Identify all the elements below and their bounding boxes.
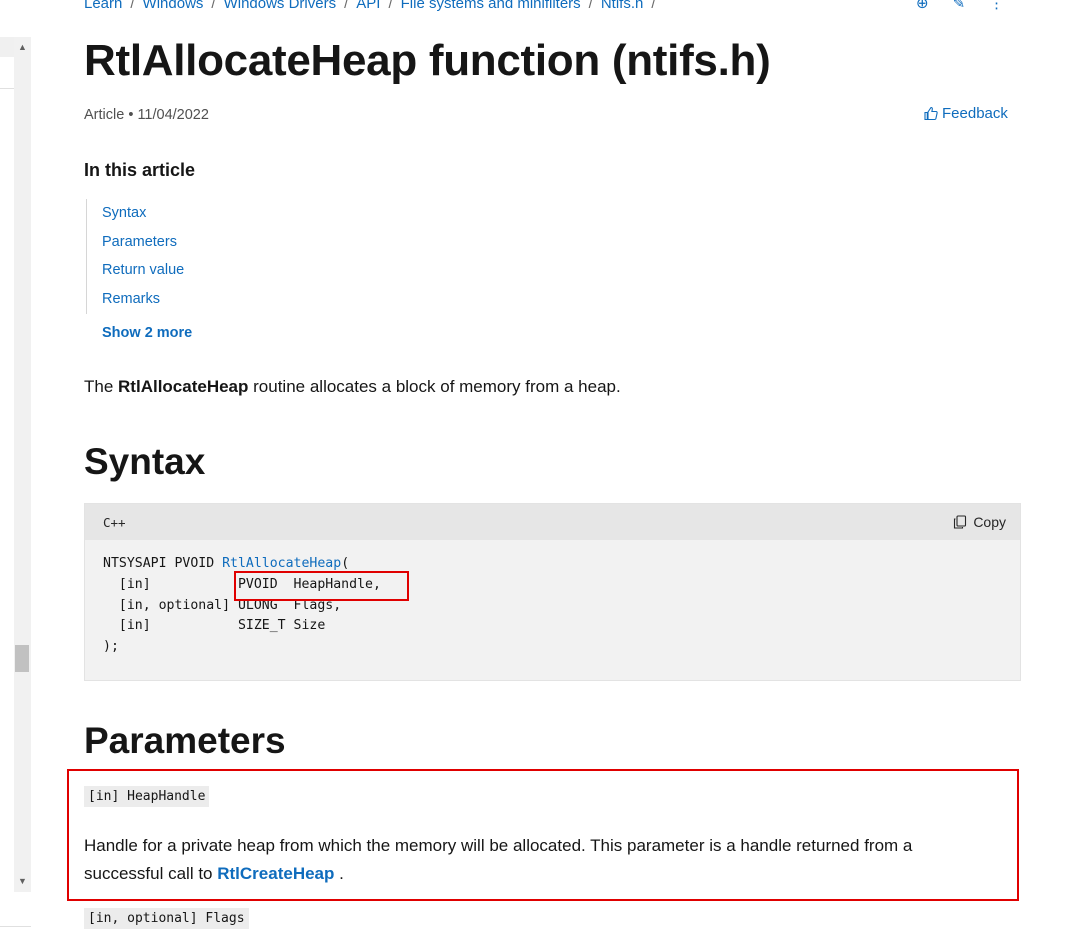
toc-item-remarks[interactable]: Remarks	[102, 285, 184, 314]
sidebar-header	[0, 37, 14, 57]
scrollbar-thumb[interactable]	[15, 645, 29, 672]
rtlcreateheap-link[interactable]: RtlCreateHeap	[217, 864, 334, 883]
scroll-down-arrow-icon[interactable]: ▼	[18, 876, 27, 886]
more-options-icon[interactable]: ⋮	[989, 0, 1004, 12]
breadcrumb: Learn / Windows / Windows Drivers / API / File s…	[84, 0, 664, 12]
breadcrumb-item-api[interactable]: API	[356, 0, 380, 12]
param-description: Handle for a private heap from which the…	[84, 836, 913, 883]
code-content: NTSYSAPI PVOID RtlAllocateHeap( [in] PVO…	[103, 556, 381, 655]
article-meta: Article • 11/04/2022	[84, 107, 209, 123]
copy-label: Copy	[973, 514, 1006, 530]
feedback-label: Feedback	[942, 105, 1008, 122]
intro-paragraph: The RtlAllocateHeap routine allocates a …	[84, 377, 621, 396]
divider	[0, 926, 31, 927]
breadcrumb-item-file-systems[interactable]: File systems and minifilters	[401, 0, 581, 12]
param-tag-heaphandle: [in] HeapHandle	[84, 786, 210, 807]
article-type: Article	[84, 107, 125, 123]
edit-pencil-icon[interactable]: ✎	[953, 0, 966, 12]
scroll-up-arrow-icon[interactable]: ▲	[18, 42, 27, 52]
sidebar-panel	[0, 57, 14, 89]
toc-title: In this article	[84, 160, 196, 180]
parameters-heading: Parameters	[84, 720, 286, 761]
feedback-button[interactable]: Feedback	[924, 105, 1008, 122]
code-language: C++	[103, 514, 126, 530]
thumbs-up-icon	[924, 106, 938, 121]
code-block: C++ Copy NTSYSAPI PVOID RtlAllocateHeap(…	[84, 503, 1021, 681]
page-title: RtlAllocateHeap function (ntifs.h)	[84, 36, 771, 85]
left-sidebar: ▲ ▼	[0, 0, 31, 946]
table-of-contents: Syntax Parameters Return value Remarks	[86, 199, 184, 314]
breadcrumb-item-windows-drivers[interactable]: Windows Drivers	[224, 0, 337, 12]
breadcrumb-item-windows[interactable]: Windows	[143, 0, 204, 12]
toc-item-syntax[interactable]: Syntax	[102, 199, 184, 228]
add-collection-icon[interactable]: ⊕	[916, 0, 929, 12]
breadcrumb-item-learn[interactable]: Learn	[84, 0, 122, 12]
copy-icon	[954, 515, 967, 529]
show-more-button[interactable]: Show 2 more	[102, 325, 192, 341]
function-name: RtlAllocateHeap	[118, 377, 249, 396]
code-link-rtlallocateheap[interactable]: RtlAllocateHeap	[222, 556, 341, 571]
copy-button[interactable]: Copy	[953, 514, 1006, 530]
toc-item-return-value[interactable]: Return value	[102, 256, 184, 285]
code-header: C++ Copy	[85, 504, 1020, 540]
toc-item-parameters[interactable]: Parameters	[102, 228, 184, 257]
breadcrumb-item-ntifs[interactable]: Ntifs.h	[601, 0, 644, 12]
page-actions: ⊕ ✎ ⋮	[916, 0, 1004, 12]
param-tag-flags: [in, optional] Flags	[84, 908, 249, 929]
article-date: 11/04/2022	[137, 107, 209, 123]
heaphandle-highlight	[234, 571, 409, 601]
sidebar-scrollbar[interactable]	[14, 37, 31, 892]
syntax-heading: Syntax	[84, 441, 206, 482]
